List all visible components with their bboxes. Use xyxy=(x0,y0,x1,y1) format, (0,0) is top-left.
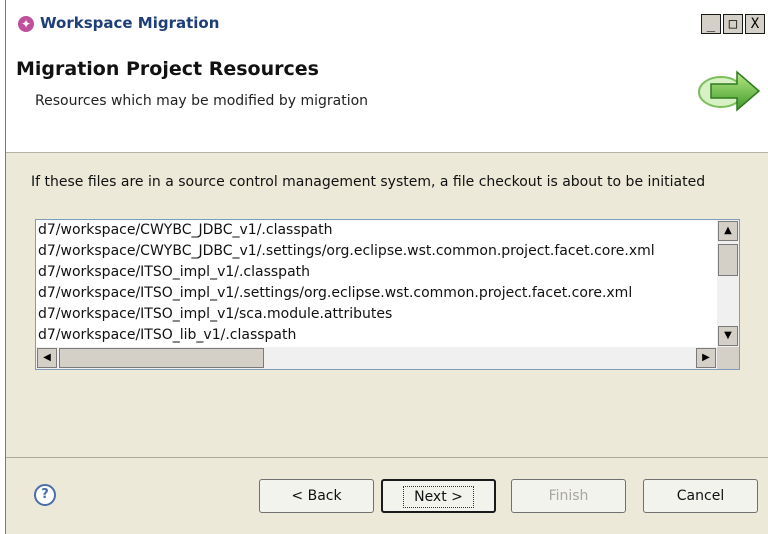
maximize-button[interactable]: □ xyxy=(723,14,743,34)
list-item[interactable]: d7/workspace/ITSO_impl_v1/.settings/org.… xyxy=(36,283,717,304)
title-bar[interactable]: ✦ Workspace Migration _ □ X xyxy=(6,0,768,40)
vertical-scrollbar[interactable]: ▲ ▼ xyxy=(717,220,739,347)
list-item[interactable]: d7/workspace/CWYBC_JDBC_v1/.classpath xyxy=(36,220,717,241)
vertical-scroll-thumb[interactable] xyxy=(718,244,738,276)
scroll-right-icon[interactable]: ▶ xyxy=(696,348,716,368)
footer-separator xyxy=(6,457,768,458)
green-arrow-icon xyxy=(698,70,761,112)
cancel-button[interactable]: Cancel xyxy=(643,479,758,513)
list-item[interactable]: d7/workspace/ITSO_lib_v1/.classpath xyxy=(36,325,717,346)
window-title: Workspace Migration xyxy=(40,14,220,32)
finish-button[interactable]: Finish xyxy=(511,479,626,513)
info-text: If these files are in a source control m… xyxy=(31,174,706,190)
finish-button-label: Finish xyxy=(548,488,589,504)
workspace-migration-window: ✦ Workspace Migration _ □ X Migration Pr… xyxy=(5,0,768,534)
scroll-left-icon[interactable]: ◀ xyxy=(37,348,57,368)
app-icon: ✦ xyxy=(18,16,34,32)
help-icon[interactable]: ? xyxy=(34,484,56,506)
scrollbar-corner xyxy=(717,347,739,369)
back-button[interactable]: < Back xyxy=(259,479,374,513)
next-button-label: Next > xyxy=(403,486,474,508)
list-item[interactable]: d7/workspace/ITSO_impl_v1/.classpath xyxy=(36,262,717,283)
scroll-down-icon[interactable]: ▼ xyxy=(718,326,738,346)
next-button[interactable]: Next > xyxy=(381,479,496,513)
resource-list-items: d7/workspace/CWYBC_JDBC_v1/.classpath d7… xyxy=(36,220,717,347)
window-controls: _ □ X xyxy=(699,14,765,34)
page-subtitle: Resources which may be modified by migra… xyxy=(35,93,369,109)
cancel-button-label: Cancel xyxy=(676,488,725,504)
scroll-up-icon[interactable]: ▲ xyxy=(718,221,738,241)
wizard-header: Migration Project Resources Resources wh… xyxy=(6,40,768,153)
list-item[interactable]: d7/workspace/ITSO_impl_v1/sca.module.att… xyxy=(36,304,717,325)
horizontal-scrollbar[interactable]: ◀ ▶ xyxy=(36,347,717,369)
list-item[interactable]: d7/workspace/CWYBC_JDBC_v1/.settings/org… xyxy=(36,241,717,262)
horizontal-scroll-thumb[interactable] xyxy=(59,348,264,368)
minimize-button[interactable]: _ xyxy=(701,14,721,34)
page-title: Migration Project Resources xyxy=(16,58,319,80)
resource-list[interactable]: d7/workspace/CWYBC_JDBC_v1/.classpath d7… xyxy=(35,219,740,370)
back-button-label: < Back xyxy=(291,488,342,504)
close-button[interactable]: X xyxy=(745,14,765,34)
